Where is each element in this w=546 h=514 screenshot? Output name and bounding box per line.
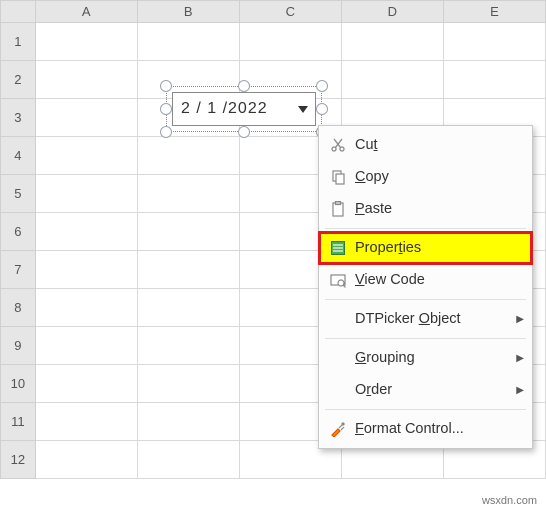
cell[interactable] — [35, 441, 137, 479]
menu-label: Grouping — [351, 350, 516, 366]
cell[interactable] — [35, 23, 137, 61]
cell[interactable] — [443, 61, 545, 99]
cell[interactable] — [35, 289, 137, 327]
dtpicker-value: 2 / 1 /2022 — [181, 100, 295, 118]
row-header-6[interactable]: 6 — [1, 213, 36, 251]
scissors-icon — [325, 137, 351, 153]
cell[interactable] — [137, 175, 239, 213]
submenu-arrow-icon: ▶ — [516, 314, 524, 325]
cell[interactable] — [35, 327, 137, 365]
dropdown-arrow-icon[interactable] — [295, 101, 311, 117]
col-header-C[interactable]: C — [239, 1, 341, 23]
resize-handle-e[interactable] — [316, 103, 328, 115]
properties-icon — [325, 240, 351, 256]
menu-item-cut[interactable]: Cut — [319, 129, 532, 161]
row-header-12[interactable]: 12 — [1, 441, 36, 479]
resize-handle-ne[interactable] — [316, 80, 328, 92]
col-header-E[interactable]: E — [443, 1, 545, 23]
dtpicker-control[interactable]: 2 / 1 /2022 — [172, 92, 316, 126]
menu-separator — [325, 299, 526, 300]
cell[interactable] — [35, 365, 137, 403]
cell[interactable] — [137, 213, 239, 251]
menu-label: Format Control... — [351, 421, 524, 437]
cell[interactable] — [137, 441, 239, 479]
menu-label: DTPicker Object — [351, 311, 516, 327]
format-icon — [325, 421, 351, 437]
cell[interactable] — [137, 365, 239, 403]
menu-separator — [325, 228, 526, 229]
view-code-icon — [325, 272, 351, 288]
cell[interactable] — [239, 23, 341, 61]
row-header-2[interactable]: 2 — [1, 61, 36, 99]
col-header-D[interactable]: D — [341, 1, 443, 23]
cell[interactable] — [35, 403, 137, 441]
col-header-A[interactable]: A — [35, 1, 137, 23]
resize-handle-w[interactable] — [160, 103, 172, 115]
menu-item-view-code[interactable]: View Code — [319, 264, 532, 296]
cell[interactable] — [341, 61, 443, 99]
resize-handle-n[interactable] — [238, 80, 250, 92]
cell[interactable] — [35, 175, 137, 213]
menu-label: Copy — [351, 169, 524, 185]
menu-item-copy[interactable]: Copy — [319, 161, 532, 193]
cell[interactable] — [137, 403, 239, 441]
menu-label: Cut — [351, 137, 524, 153]
menu-item-properties[interactable]: Properties — [319, 232, 532, 264]
cell[interactable] — [35, 251, 137, 289]
row-header-3[interactable]: 3 — [1, 99, 36, 137]
cell[interactable] — [35, 137, 137, 175]
row-header-7[interactable]: 7 — [1, 251, 36, 289]
cell[interactable] — [137, 251, 239, 289]
menu-label: View Code — [351, 272, 524, 288]
menu-separator — [325, 338, 526, 339]
cell[interactable] — [137, 23, 239, 61]
cell[interactable] — [35, 213, 137, 251]
watermark: wsxdn.com — [479, 494, 540, 508]
menu-item-paste[interactable]: Paste — [319, 193, 532, 225]
submenu-arrow-icon: ▶ — [516, 385, 524, 396]
row-header-1[interactable]: 1 — [1, 23, 36, 61]
row-header-10[interactable]: 10 — [1, 365, 36, 403]
col-header-B[interactable]: B — [137, 1, 239, 23]
menu-label: Order — [351, 382, 516, 398]
cell[interactable] — [341, 23, 443, 61]
cell[interactable] — [137, 137, 239, 175]
cell[interactable] — [443, 23, 545, 61]
menu-item-dtpicker-object[interactable]: DTPicker Object ▶ — [319, 303, 532, 335]
row-header-11[interactable]: 11 — [1, 403, 36, 441]
select-all-corner[interactable] — [1, 1, 36, 23]
resize-handle-s[interactable] — [238, 126, 250, 138]
cell[interactable] — [35, 99, 137, 137]
clipboard-icon — [325, 201, 351, 217]
resize-handle-sw[interactable] — [160, 126, 172, 138]
menu-label: Paste — [351, 201, 524, 217]
copy-icon — [325, 169, 351, 185]
menu-item-order[interactable]: Order ▶ — [319, 374, 532, 406]
resize-handle-nw[interactable] — [160, 80, 172, 92]
cell[interactable] — [137, 289, 239, 327]
submenu-arrow-icon: ▶ — [516, 353, 524, 364]
cell[interactable] — [137, 327, 239, 365]
menu-item-format-control[interactable]: Format Control... — [319, 413, 532, 445]
menu-label: Properties — [351, 240, 524, 256]
cell[interactable] — [35, 61, 137, 99]
row-header-9[interactable]: 9 — [1, 327, 36, 365]
context-menu: Cut Copy Paste Properties View Code DTPi… — [318, 125, 533, 449]
row-header-4[interactable]: 4 — [1, 137, 36, 175]
row-header-5[interactable]: 5 — [1, 175, 36, 213]
row-header-8[interactable]: 8 — [1, 289, 36, 327]
menu-separator — [325, 409, 526, 410]
menu-item-grouping[interactable]: Grouping ▶ — [319, 342, 532, 374]
